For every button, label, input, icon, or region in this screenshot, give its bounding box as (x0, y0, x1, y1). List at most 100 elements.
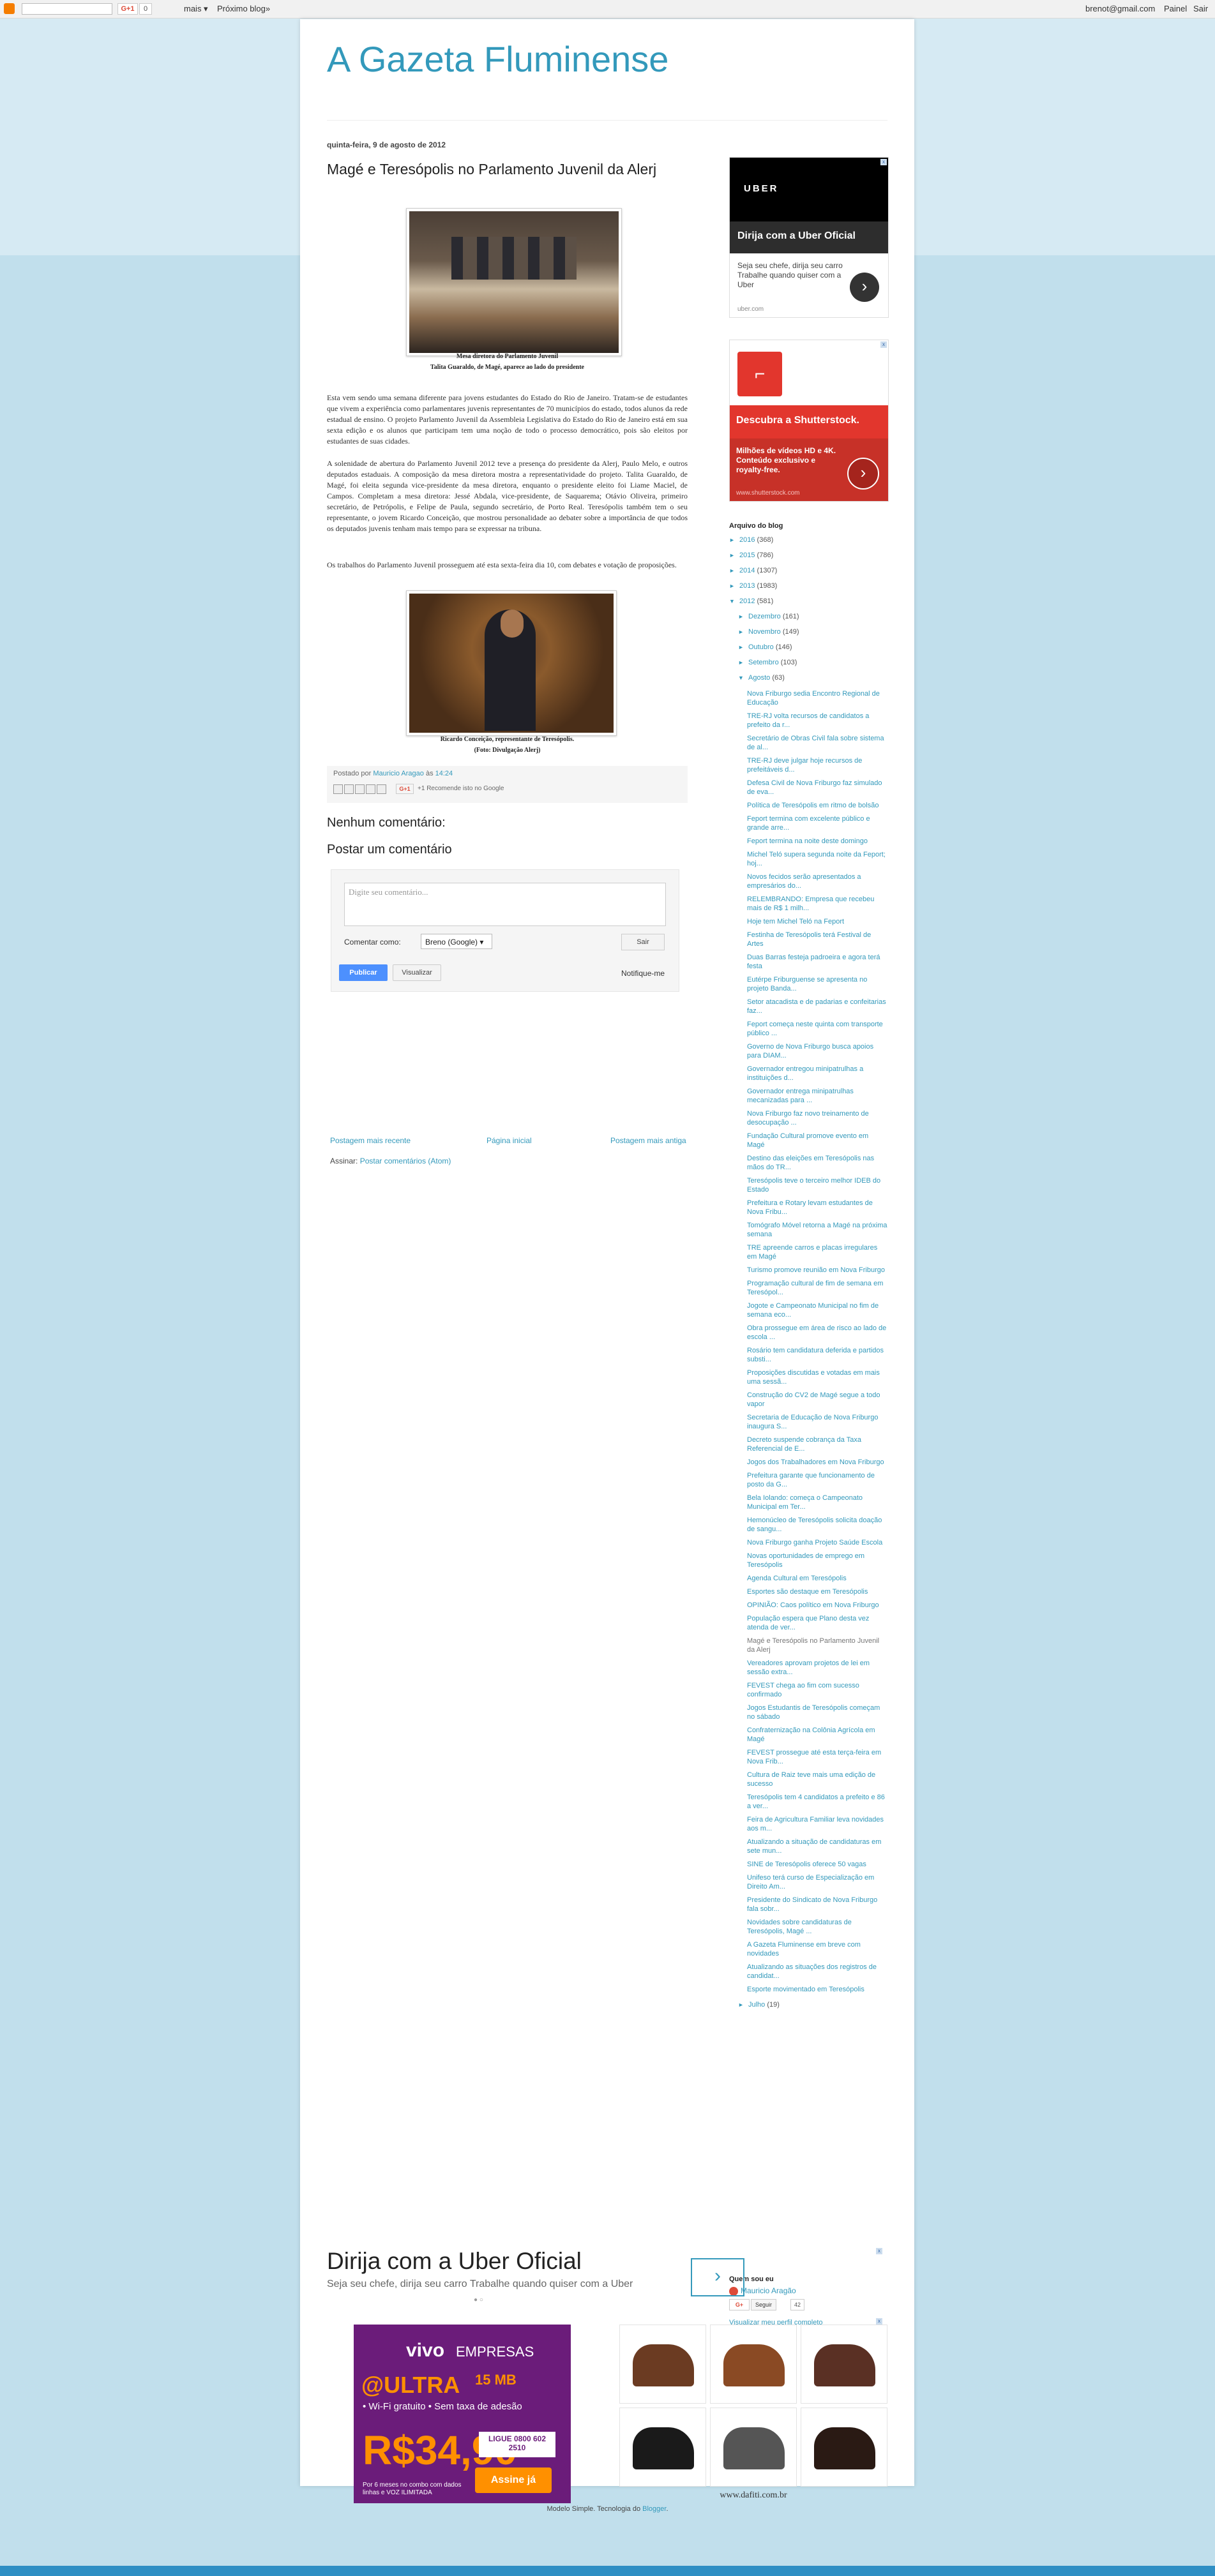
archive-year-label[interactable]: 2012 (739, 597, 755, 605)
vivo-subscribe-button[interactable]: Assine já (475, 2467, 552, 2493)
expand-arrow-icon[interactable]: ► (738, 644, 744, 650)
collapse-arrow-icon[interactable]: ▼ (729, 598, 735, 604)
post-image-ricardo[interactable] (406, 590, 617, 736)
archive-month-label[interactable]: Setembro (748, 659, 779, 666)
archive-post-link[interactable]: Unifeso terá curso de Especialização em … (747, 1873, 887, 1891)
archive-post-link[interactable]: Governador entregou minipatrulhas a inst… (747, 1065, 887, 1082)
navbar-user-email[interactable]: brenot@gmail.com (1085, 4, 1155, 13)
archive-post-link[interactable]: Hemonúcleo de Teresópolis solicita doaçã… (747, 1516, 887, 1534)
archive-post-link[interactable]: Nova Friburgo sedia Encontro Regional de… (747, 689, 887, 707)
archive-year-2016[interactable]: ► 2016 (368) (729, 536, 889, 551)
archive-post-link[interactable]: Fundação Cultural promove evento em Magé (747, 1132, 887, 1149)
archive-month-label[interactable]: Dezembro (748, 613, 781, 620)
shoe-product-3[interactable] (801, 2325, 887, 2404)
archive-post-link[interactable]: Tomógrafo Móvel retorna a Magé na próxim… (747, 1221, 887, 1239)
archive-post-link[interactable]: Feira de Agricultura Familiar leva novid… (747, 1815, 887, 1833)
archive-post-link[interactable]: Confraternização na Colônia Agrícola em … (747, 1726, 887, 1744)
archive-month-setembro[interactable]: ► Setembro (103) (729, 659, 889, 674)
author-link[interactable]: Mauricio Aragao (373, 770, 424, 777)
archive-post-link[interactable]: FEVEST prossegue até esta terça-feira em… (747, 1748, 887, 1766)
navbar-search-input[interactable] (22, 3, 112, 15)
archive-post-link[interactable]: Política de Teresópolis em ritmo de bols… (747, 801, 887, 810)
blogthis-icon[interactable] (344, 784, 354, 795)
archive-post-link[interactable]: População espera que Plano desta vez ate… (747, 1614, 887, 1632)
archive-post-link[interactable]: Programação cultural de fim de semana em… (747, 1279, 887, 1297)
newer-post-link[interactable]: Postagem mais recente (330, 1136, 411, 1145)
chevron-right-icon[interactable]: › (691, 2258, 744, 2296)
vivo-ad[interactable]: vivo EMPRESAS @ULTRA 15 MB • Wi-Fi gratu… (354, 2325, 571, 2503)
archive-post-link[interactable]: Proposições discutidas e votadas em mais… (747, 1368, 887, 1386)
expand-arrow-icon[interactable]: ► (729, 537, 735, 543)
archive-post-link[interactable]: A Gazeta Fluminense em breve com novidad… (747, 1940, 887, 1958)
navbar-next-blog-link[interactable]: Próximo blog» (217, 4, 270, 13)
archive-post-link[interactable]: Governo de Nova Friburgo busca apoios pa… (747, 1042, 887, 1060)
archive-post-link[interactable]: TRE-RJ volta recursos de candidatos a pr… (747, 712, 887, 730)
chevron-right-icon[interactable]: › (850, 273, 879, 302)
blogger-logo-icon[interactable] (4, 3, 15, 14)
carousel-dots[interactable]: ● ○ (474, 2296, 483, 2303)
archive-post-link[interactable]: Secretário de Obras Civil fala sobre sis… (747, 734, 887, 752)
archive-year-label[interactable]: 2016 (739, 536, 755, 544)
shoe-product-2[interactable] (710, 2325, 797, 2404)
post-time-link[interactable]: 14:24 (435, 770, 453, 777)
archive-post-link[interactable]: Feport começa neste quinta com transport… (747, 1020, 887, 1038)
archive-post-link[interactable]: Esportes são destaque em Teresópolis (747, 1587, 887, 1596)
shoe-product-4[interactable] (619, 2408, 706, 2487)
notify-me-link[interactable]: Notifique-me (621, 969, 665, 978)
archive-post-link[interactable]: Construção do CV2 de Magé segue a todo v… (747, 1391, 887, 1409)
archive-month-dezembro[interactable]: ► Dezembro (161) (729, 613, 889, 628)
preview-button[interactable]: Visualizar (393, 964, 441, 981)
archive-post-link[interactable]: Secretaria de Educação de Nova Friburgo … (747, 1413, 887, 1431)
archive-month-label[interactable]: Novembro (748, 628, 781, 636)
older-post-link[interactable]: Postagem mais antiga (610, 1136, 686, 1145)
archive-post-link[interactable]: Nova Friburgo ganha Projeto Saúde Escola (747, 1538, 887, 1547)
archive-post-link[interactable]: Nova Friburgo faz novo treinamento de de… (747, 1109, 887, 1127)
twitter-share-icon[interactable] (355, 784, 365, 795)
expand-arrow-icon[interactable]: ► (729, 552, 735, 558)
archive-post-link[interactable]: Michel Teló supera segunda noite da Fepo… (747, 850, 887, 868)
blog-title[interactable]: A Gazeta Fluminense (327, 38, 668, 80)
archive-post-link[interactable]: Festinha de Teresópolis terá Festival de… (747, 931, 887, 948)
archive-post-link[interactable]: TRE-RJ deve julgar hoje recursos de pref… (747, 756, 887, 774)
archive-post-link[interactable]: Prefeitura garante que funcionamento de … (747, 1471, 887, 1489)
uber-wide-ad[interactable]: Dirija com a Uber Oficial Seja seu chefe… (327, 2248, 887, 2303)
post-gplus-button[interactable]: G+1 (396, 784, 414, 794)
blogger-link[interactable]: Blogger (642, 2505, 666, 2513)
dafiti-shoes-ad[interactable]: www.dafiti.com.br (619, 2325, 887, 2500)
ad-choices-icon[interactable]: x (880, 341, 887, 348)
archive-post-link[interactable]: Jogos dos Trabalhadores em Nova Friburgo (747, 1458, 887, 1467)
archive-month-agosto[interactable]: ▼ Agosto (63) (729, 674, 889, 689)
expand-arrow-icon[interactable]: ► (738, 629, 744, 635)
archive-post-link[interactable]: Presidente do Sindicato de Nova Friburgo… (747, 1896, 887, 1913)
home-link[interactable]: Página inicial (487, 1136, 532, 1145)
archive-year-label[interactable]: 2014 (739, 567, 755, 574)
archive-year-label[interactable]: 2015 (739, 551, 755, 559)
publish-button[interactable]: Publicar (339, 964, 388, 981)
archive-post-link[interactable]: Rosário tem candidatura deferida e parti… (747, 1346, 887, 1364)
archive-post-link[interactable]: Jogote e Campeonato Municipal no fim de … (747, 1301, 887, 1319)
archive-post-link[interactable]: TRE apreende carros e placas irregulares… (747, 1243, 887, 1261)
archive-post-link[interactable]: Agenda Cultural em Teresópolis (747, 1574, 887, 1583)
archive-post-link[interactable]: Novos fecidos serão apresentados a empre… (747, 872, 887, 890)
expand-arrow-icon[interactable]: ► (738, 613, 744, 620)
archive-post-link[interactable]: Novas oportunidades de emprego em Teresó… (747, 1552, 887, 1569)
ad-choices-icon[interactable]: x (876, 2248, 882, 2254)
archive-post-link[interactable]: Magé e Teresópolis no Parlamento Juvenil… (747, 1636, 887, 1654)
shoe-product-6[interactable] (801, 2408, 887, 2487)
uber-ad-url[interactable]: uber.com (737, 306, 764, 313)
archive-year-2013[interactable]: ► 2013 (1983) (729, 582, 889, 597)
pinterest-share-icon[interactable] (377, 784, 386, 795)
archive-post-link[interactable]: Teresópolis teve o terceiro melhor IDEB … (747, 1176, 887, 1194)
comment-signout-button[interactable]: Sair (621, 934, 665, 950)
archive-post-link[interactable]: Teresópolis tem 4 candidatos a prefeito … (747, 1793, 887, 1811)
comment-identity-select[interactable]: Breno (Google) ▾ (421, 934, 492, 949)
archive-year-2012[interactable]: ▼ 2012 (581) (729, 597, 889, 613)
archive-post-link[interactable]: Esporte movimentado em Teresópolis (747, 1985, 887, 1994)
follow-button[interactable]: Seguir (751, 2299, 776, 2310)
archive-post-link[interactable]: Prefeitura e Rotary levam estudantes de … (747, 1199, 887, 1217)
archive-post-link[interactable]: Jogos Estudantis de Teresópolis começam … (747, 1704, 887, 1721)
archive-month-label[interactable]: Julho (748, 2001, 765, 2009)
navbar-signout-link[interactable]: Sair (1193, 4, 1208, 13)
archive-post-link[interactable]: Eutérpe Friburguense se apresenta no pro… (747, 975, 887, 993)
archive-post-link[interactable]: Setor atacadista e de padarias e confeit… (747, 998, 887, 1015)
